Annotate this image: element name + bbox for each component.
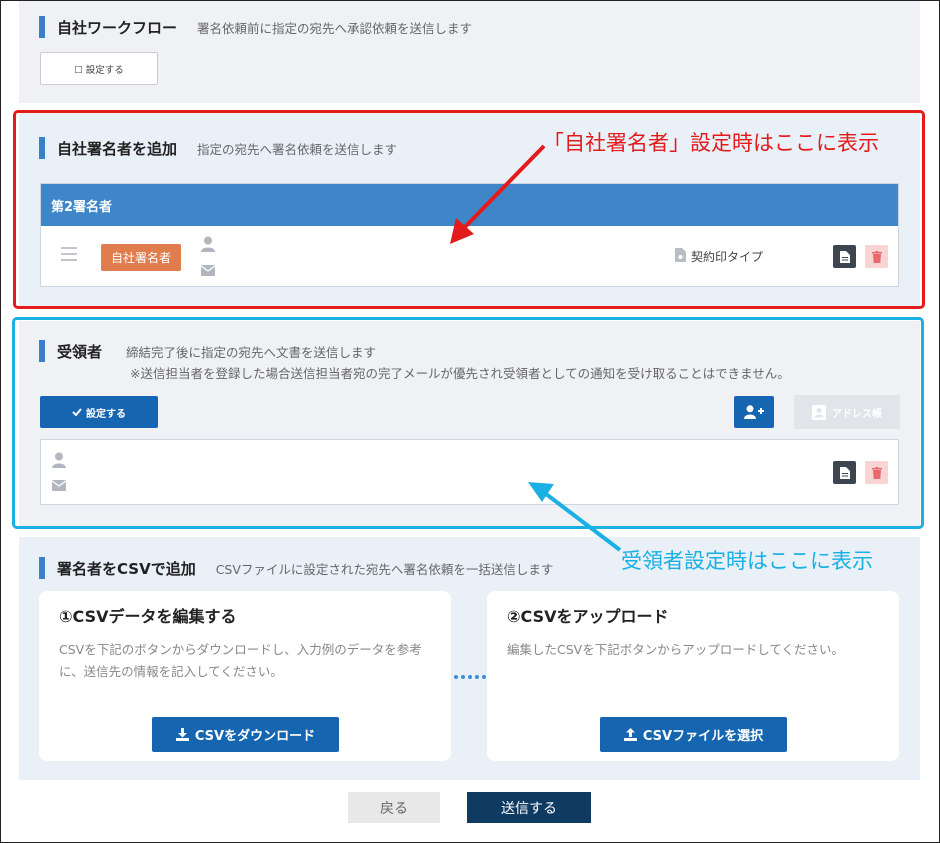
workflow-description: 署名依頼前に指定の宛先へ承認依頼を送信します: [197, 20, 473, 36]
csv-step2-text: 編集したCSVを下記ボタンからアップロードしてください。: [507, 642, 844, 657]
csv-step2-title: ②CSVをアップロード: [507, 607, 669, 626]
upload-icon: [623, 728, 637, 741]
send-button[interactable]: 送信する: [467, 792, 591, 823]
csv-title: 署名者をCSVで追加: [57, 559, 196, 578]
section-accent-bar: [39, 557, 45, 579]
cyan-arrow: [528, 482, 622, 552]
csv-download-label: CSVをダウンロード: [194, 729, 316, 744]
internal-signer-callout: 「自社署名者」設定時はここに表示: [543, 131, 879, 155]
csv-upload-label: CSVファイルを選択: [642, 729, 764, 744]
csv-download-button[interactable]: CSVをダウンロード: [152, 717, 339, 752]
csv-section-header: 署名者をCSVで追加 CSVファイルに設定された宛先へ署名依頼を一括送信します: [39, 557, 553, 579]
recipient-highlight-frame: [12, 317, 924, 529]
csv-step1-title: ①CSVデータを編集する: [59, 607, 237, 626]
csv-step1-text: CSVを下記のボタンからダウンロードし、入力例のデータを参考に、送信先の情報を記…: [59, 642, 422, 679]
workflow-set-button[interactable]: ☐ 設定する: [40, 52, 158, 85]
workflow-section-header: 自社ワークフロー 署名依頼前に指定の宛先へ承認依頼を送信します: [39, 16, 472, 38]
workflow-title: 自社ワークフロー: [57, 18, 178, 37]
download-icon: [175, 728, 189, 741]
csv-description: CSVファイルに設定された宛先へ署名依頼を一括送信します: [215, 561, 554, 577]
csv-upload-button[interactable]: CSVファイルを選択: [600, 717, 787, 752]
csv-step1-card: ①CSVデータを編集する CSVを下記のボタンからダウンロードし、入力例のデータ…: [39, 591, 451, 761]
recipient-callout: 受領者設定時はここに表示: [621, 549, 873, 573]
back-button[interactable]: 戻る: [348, 792, 440, 823]
csv-step2-card: ②CSVをアップロード 編集したCSVを下記ボタンからアップロードしてください。…: [487, 591, 899, 761]
section-accent-bar: [39, 16, 45, 38]
red-arrow: [450, 144, 546, 244]
step-connector: [454, 675, 486, 679]
